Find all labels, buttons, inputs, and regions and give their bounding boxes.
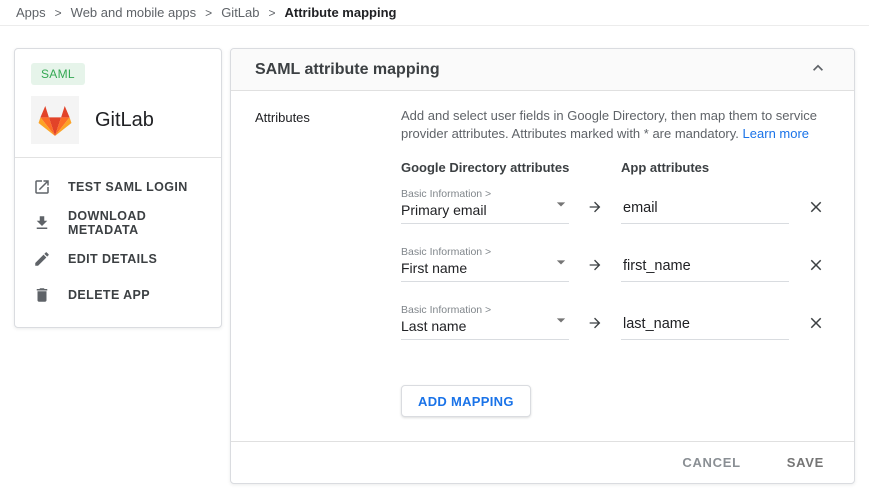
menu-item-label: TEST SAML LOGIN: [68, 180, 188, 194]
google-directory-attributes-header: Google Directory attributes: [401, 160, 621, 175]
download-metadata-button[interactable]: DOWNLOAD METADATA: [15, 205, 221, 241]
mapping-row: Basic Information > First name: [401, 246, 830, 282]
breadcrumb-separator: >: [269, 6, 276, 20]
breadcrumb-web-and-mobile-apps[interactable]: Web and mobile apps: [71, 5, 197, 20]
learn-more-link[interactable]: Learn more: [743, 126, 809, 141]
app-attributes-header: App attributes: [621, 160, 830, 175]
collapse-panel-button[interactable]: [806, 58, 830, 82]
attributes-description: Add and select user fields in Google Dir…: [401, 107, 830, 143]
app-attribute-input-first-name[interactable]: [621, 258, 789, 282]
menu-item-label: EDIT DETAILS: [68, 252, 157, 266]
mapping-row: Basic Information > Last name: [401, 304, 830, 340]
dropdown-arrow-icon: [551, 252, 571, 272]
attributes-section-label: Attributes: [255, 107, 401, 417]
app-identity: GitLab: [15, 85, 221, 157]
dropdown-selected-value: Primary email: [401, 202, 547, 219]
mapping-arrow: [569, 304, 621, 337]
arrow-right-icon: [587, 315, 603, 331]
app-attribute-field: [621, 199, 789, 224]
mapping-row: Basic Information > Primary email: [401, 188, 830, 224]
gitlab-logo: [31, 96, 79, 144]
open-in-new-icon: [33, 178, 51, 196]
dropdown-category-label: Basic Information >: [401, 246, 547, 259]
mapping-rows: Basic Information > Primary email: [401, 188, 830, 340]
app-title: GitLab: [95, 109, 154, 132]
app-attribute-input-email[interactable]: [621, 200, 789, 224]
delete-app-button[interactable]: DELETE APP: [15, 277, 221, 313]
breadcrumb-current-page: Attribute mapping: [285, 5, 397, 20]
remove-mapping-button[interactable]: [804, 195, 828, 219]
attributes-section-content: Add and select user fields in Google Dir…: [401, 107, 830, 417]
google-attribute-dropdown-last-name[interactable]: Basic Information > Last name: [401, 304, 569, 340]
google-attribute-dropdown-primary-email[interactable]: Basic Information > Primary email: [401, 188, 569, 224]
cancel-button[interactable]: CANCEL: [682, 455, 740, 470]
mapping-arrow: [569, 246, 621, 279]
close-icon: [807, 198, 825, 216]
app-info-card: SAML GitLab TEST SAML LOGIN DOWNLOAD MET…: [14, 48, 222, 328]
breadcrumb: Apps > Web and mobile apps > GitLab > At…: [0, 0, 869, 26]
test-saml-login-button[interactable]: TEST SAML LOGIN: [15, 169, 221, 205]
dropdown-arrow-icon: [551, 194, 571, 214]
mapping-arrow: [569, 188, 621, 221]
column-headers: Google Directory attributes App attribut…: [401, 160, 830, 175]
remove-mapping-button[interactable]: [804, 253, 828, 277]
breadcrumb-separator: >: [55, 6, 62, 20]
dropdown-category-label: Basic Information >: [401, 304, 547, 317]
app-attribute-input-last-name[interactable]: [621, 316, 789, 340]
saml-attribute-mapping-panel: SAML attribute mapping Attributes Add an…: [230, 48, 855, 484]
edit-details-button[interactable]: EDIT DETAILS: [15, 241, 221, 277]
dropdown-selected-value: First name: [401, 260, 547, 277]
panel-header: SAML attribute mapping: [231, 49, 854, 91]
saml-badge: SAML: [31, 63, 85, 85]
chevron-up-icon: [808, 58, 828, 78]
trash-icon: [33, 286, 51, 304]
close-icon: [807, 256, 825, 274]
save-button[interactable]: SAVE: [787, 455, 824, 470]
gitlab-tanuki-icon: [38, 104, 72, 136]
app-attribute-field: [621, 257, 789, 282]
google-attribute-dropdown-first-name[interactable]: Basic Information > First name: [401, 246, 569, 282]
remove-mapping-button[interactable]: [804, 311, 828, 335]
arrow-right-icon: [587, 199, 603, 215]
add-mapping-button[interactable]: ADD MAPPING: [401, 385, 531, 417]
panel-title: SAML attribute mapping: [255, 61, 806, 79]
app-actions-menu: TEST SAML LOGIN DOWNLOAD METADATA EDIT D…: [15, 158, 221, 324]
panel-body: Attributes Add and select user fields in…: [231, 91, 854, 417]
pencil-icon: [33, 250, 51, 268]
breadcrumb-apps[interactable]: Apps: [16, 5, 46, 20]
menu-item-label: DOWNLOAD METADATA: [68, 209, 203, 237]
dropdown-selected-value: Last name: [401, 318, 547, 335]
menu-item-label: DELETE APP: [68, 288, 150, 302]
arrow-right-icon: [587, 257, 603, 273]
breadcrumb-gitlab[interactable]: GitLab: [221, 5, 259, 20]
app-attribute-field: [621, 315, 789, 340]
panel-footer: CANCEL SAVE: [231, 441, 854, 483]
breadcrumb-separator: >: [205, 6, 212, 20]
close-icon: [807, 314, 825, 332]
dropdown-category-label: Basic Information >: [401, 188, 547, 201]
dropdown-arrow-icon: [551, 310, 571, 330]
download-icon: [33, 214, 51, 232]
